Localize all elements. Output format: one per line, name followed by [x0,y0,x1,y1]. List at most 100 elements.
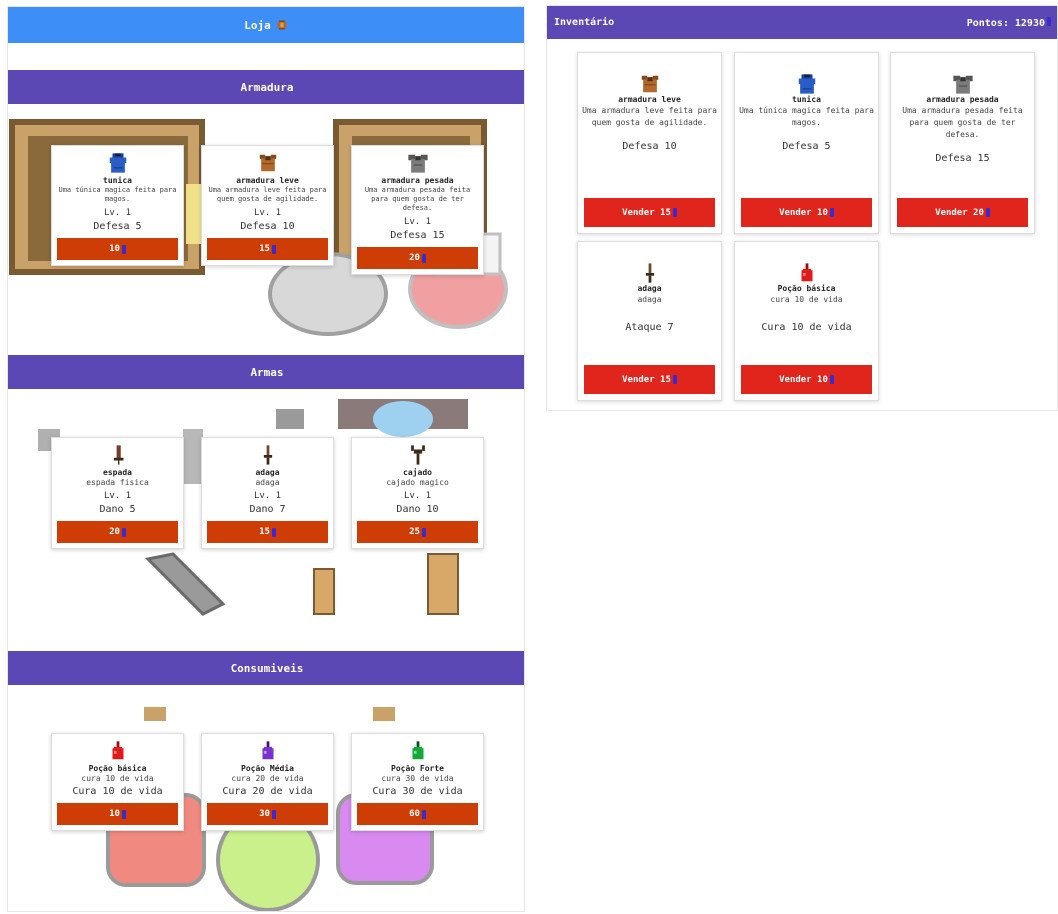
item-description: Uma armadura leve feita para quem gosta … [582,106,717,127]
dagger-icon [257,444,279,466]
item-description: cura 10 de vida [81,774,154,783]
heavy-armor-icon [952,73,974,95]
price-label: 20 [109,527,120,537]
section-armas: Armas espada espada fisica Lv. 1 Dano 5 … [8,355,524,651]
item-name: adaga [637,284,662,293]
gem-icon [1047,16,1051,26]
item-name: Poção básica [88,764,147,773]
item-description: cura 30 de vida [381,774,454,783]
light-armor-icon [639,73,661,95]
item-stat: Cura 10 de vida [72,786,163,797]
sell-label: Vender 20 [935,207,984,218]
gem-icon [829,375,834,384]
sell-label: Vender 10 [779,374,828,385]
item-description: Uma armadura pesada feita para quem gost… [902,106,1023,139]
shop-card-tunica: tunica Uma túnica magica feita para mago… [51,145,184,266]
shop-card-espada: espada espada fisica Lv. 1 Dano 5 20 [51,437,184,549]
sell-label: Vender 15 [622,374,671,385]
gem-icon [672,208,677,217]
item-description: Uma túnica magica feita para magos. [739,106,874,127]
dagger-icon [639,262,661,284]
item-stat: Ataque 7 [625,322,674,333]
tunic-icon [107,152,129,174]
price-label: 10 [109,809,120,819]
item-description: cura 10 de vida [770,295,843,304]
item-stat: Cura 30 de vida [372,786,463,797]
red-potion-icon [107,740,129,762]
item-description: espada fisica [86,478,149,487]
buy-button[interactable]: 20 [357,247,478,269]
purple-potion-icon [257,740,279,762]
item-stat: Cura 20 de vida [222,786,313,797]
sell-button[interactable]: Vender 10 [741,198,872,227]
section-armadura: Armadura tunica Uma túnica magica feita … [8,70,524,355]
shop-panel: Loja Armadura tunica Uma túnica magica f… [7,6,525,912]
inventory-card-pocao-basica: Poção básica cura 10 de vida Cura 10 de … [734,241,879,401]
price-label: 20 [409,253,420,263]
buy-button[interactable]: 15 [207,238,328,260]
item-name: armadura leve [236,176,299,185]
section-title-armadura: Armadura [8,70,524,104]
sell-label: Vender 15 [622,207,671,218]
item-description: adaga [637,295,662,304]
item-name: Poção básica [777,284,836,293]
shop-header: Loja [8,7,524,43]
item-stat: Defesa 15 [935,153,990,164]
gem-icon [121,244,126,254]
item-name: Poção Forte [391,764,444,773]
buy-button[interactable]: 10 [57,238,178,260]
item-name: tunica [103,176,132,185]
sell-button[interactable]: Vender 15 [584,198,715,227]
item-stat: Dano 5 [99,504,136,515]
shop-title: Loja [244,18,271,32]
inventory-panel: Inventário Pontos: 12930 armadura leve U… [546,5,1058,411]
buy-button[interactable]: 15 [207,521,328,543]
gem-icon [271,244,276,254]
item-name: Poção Média [241,764,294,773]
gem-icon [271,809,276,819]
item-name: armadura pesada [926,95,999,104]
item-description: cura 20 de vida [231,774,304,783]
section-title-armas: Armas [8,355,524,389]
section-title-consumiveis: Consumiveis [8,651,524,685]
item-stat: Defesa 5 [93,221,142,232]
buy-button[interactable]: 60 [357,803,478,825]
sell-button[interactable]: Vender 15 [584,365,715,394]
section-consumiveis: Consumiveis Poção básica cura 10 de vida… [8,651,524,911]
price-label: 15 [259,527,270,537]
price-label: 30 [259,809,270,819]
buy-button[interactable]: 30 [207,803,328,825]
item-description: adaga [255,478,280,487]
inventory-card-adaga: adaga adaga Ataque 7 Vender 15 [577,241,722,401]
buy-button[interactable]: 25 [357,521,478,543]
gem-icon [121,809,126,819]
gem-icon [985,208,990,217]
item-stat: Defesa 5 [782,141,831,152]
sell-button[interactable]: Vender 10 [741,365,872,394]
item-description: Uma armadura pesada feita para quem gost… [364,186,471,212]
item-name: espada [103,468,132,477]
item-stat: Dano 10 [396,504,439,515]
gem-icon [271,527,276,537]
item-description: cajado magico [386,478,449,487]
gem-icon [421,253,426,263]
item-name: cajado [403,468,432,477]
gem-icon [421,527,426,537]
buy-button[interactable]: 20 [57,521,178,543]
item-name: adaga [255,468,280,477]
gem-icon [829,208,834,217]
buy-button[interactable]: 10 [57,803,178,825]
sell-button[interactable]: Vender 20 [897,198,1028,227]
shop-card-armadura-leve: armadura leve Uma armadura leve feita pa… [201,145,334,266]
item-stat: Cura 10 de vida [761,322,852,333]
inventory-card-armadura-pesada: armadura pesada Uma armadura pesada feit… [890,52,1035,234]
inventory-card-armadura-leve: armadura leve Uma armadura leve feita pa… [577,52,722,234]
price-label: 15 [259,244,270,254]
inventory-card-tunica: tunica Uma túnica magica feita para mago… [734,52,879,234]
shop-card-pocao-basica: Poção básica cura 10 de vida Cura 10 de … [51,733,184,831]
item-level: Lv. 1 [103,208,132,218]
price-label: 25 [409,527,420,537]
points-display: Pontos: 12930 [967,16,1051,29]
item-level: Lv. 1 [403,491,432,501]
gem-icon [421,809,426,819]
